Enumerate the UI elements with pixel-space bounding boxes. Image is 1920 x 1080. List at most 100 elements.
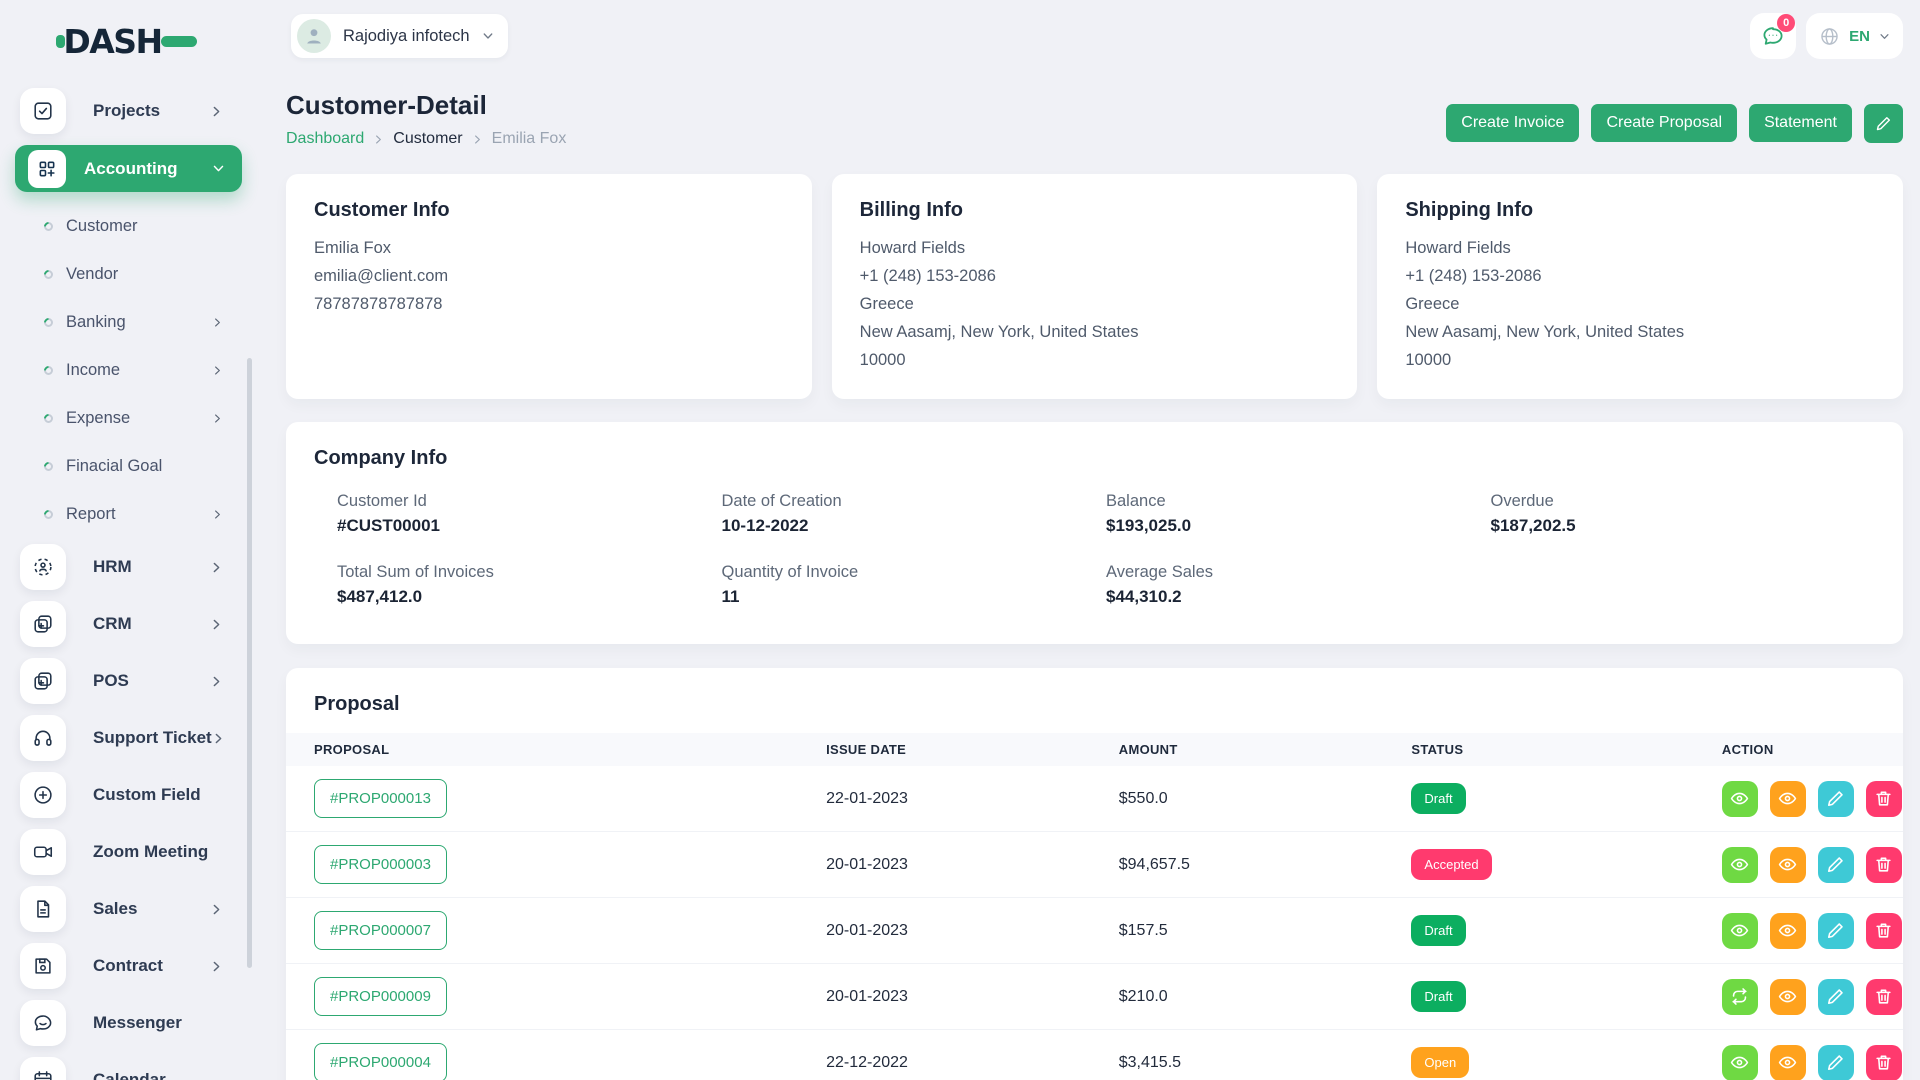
amount: $3,415.5 bbox=[1119, 1054, 1181, 1071]
sidebar-item-pos[interactable]: POS bbox=[0, 658, 253, 704]
shipping-phone: +1 (248) 153-2086 bbox=[1405, 262, 1875, 290]
eye-icon bbox=[1730, 855, 1749, 874]
edit-button[interactable] bbox=[1818, 1045, 1854, 1080]
sidebar-item-calendar[interactable]: Calendar bbox=[0, 1057, 253, 1080]
sidebar-item-label: Support Ticket bbox=[93, 728, 212, 748]
chevron-right-icon bbox=[210, 561, 223, 574]
sidebar-item-messenger[interactable]: Messenger bbox=[0, 1000, 253, 1046]
billing-name: Howard Fields bbox=[860, 234, 1330, 262]
chevron-right-icon bbox=[212, 509, 223, 520]
view-button[interactable] bbox=[1722, 781, 1758, 817]
sidebar-item-label: Accounting bbox=[84, 159, 178, 179]
status-badge: Accepted bbox=[1411, 849, 1491, 880]
sidebar-item-sales[interactable]: Sales bbox=[0, 886, 253, 932]
field-date-of-creation: Date of Creation 10-12-2022 bbox=[722, 492, 1107, 536]
sidebar-item-income[interactable]: Income bbox=[0, 352, 253, 388]
sidebar-item-custom-field[interactable]: Custom Field bbox=[0, 772, 253, 818]
language-selector[interactable]: EN bbox=[1806, 13, 1903, 59]
chevron-right-icon bbox=[212, 413, 223, 424]
create-proposal-button[interactable]: Create Proposal bbox=[1591, 104, 1737, 142]
delete-button[interactable] bbox=[1866, 847, 1902, 883]
sidebar-item-accounting[interactable]: Accounting bbox=[15, 145, 242, 192]
billing-address: New Aasamj, New York, United States bbox=[860, 318, 1330, 346]
proposal-link[interactable]: #PROP000007 bbox=[314, 911, 447, 950]
preview-button[interactable] bbox=[1770, 781, 1806, 817]
delete-button[interactable] bbox=[1866, 913, 1902, 949]
create-invoice-button[interactable]: Create Invoice bbox=[1446, 104, 1579, 142]
preview-button[interactable] bbox=[1770, 913, 1806, 949]
breadcrumb-customer[interactable]: Customer bbox=[393, 130, 462, 148]
shipping-name: Howard Fields bbox=[1405, 234, 1875, 262]
sidebar: DASH Projects Accounting Customer Vendor bbox=[0, 0, 253, 1080]
chevron-right-icon bbox=[472, 134, 483, 145]
sidebar-item-label: Projects bbox=[93, 101, 160, 121]
crm-icon bbox=[20, 601, 66, 647]
edit-button[interactable] bbox=[1818, 781, 1854, 817]
sidebar-item-label: HRM bbox=[93, 557, 132, 577]
sidebar-item-customer[interactable]: Customer bbox=[0, 208, 253, 244]
field-label: Overdue bbox=[1491, 492, 1876, 511]
billing-country: Greece bbox=[860, 290, 1330, 318]
proposal-link[interactable]: #PROP000003 bbox=[314, 845, 447, 884]
edit-customer-button[interactable] bbox=[1864, 104, 1903, 143]
amount: $157.5 bbox=[1119, 922, 1168, 939]
proposal-link[interactable]: #PROP000004 bbox=[314, 1043, 447, 1080]
card-title: Company Info bbox=[314, 447, 1875, 470]
issue-date: 22-01-2023 bbox=[826, 790, 908, 807]
issue-date: 22-12-2022 bbox=[826, 1054, 908, 1071]
edit-button[interactable] bbox=[1818, 913, 1854, 949]
sidebar-item-label: Custom Field bbox=[93, 785, 201, 805]
view-button[interactable] bbox=[1722, 913, 1758, 949]
proposal-link[interactable]: #PROP000009 bbox=[314, 977, 447, 1016]
sidebar-item-expense[interactable]: Expense bbox=[0, 400, 253, 436]
eye-icon bbox=[1778, 1053, 1797, 1072]
convert-button[interactable] bbox=[1722, 979, 1758, 1015]
sidebar-item-finacial-goal[interactable]: Finacial Goal bbox=[0, 448, 253, 484]
delete-button[interactable] bbox=[1866, 979, 1902, 1015]
sidebar-item-banking[interactable]: Banking bbox=[0, 304, 253, 340]
view-button[interactable] bbox=[1722, 847, 1758, 883]
delete-button[interactable] bbox=[1866, 781, 1902, 817]
statement-button[interactable]: Statement bbox=[1749, 104, 1852, 142]
issue-date: 20-01-2023 bbox=[826, 988, 908, 1005]
breadcrumb-dashboard[interactable]: Dashboard bbox=[286, 130, 364, 148]
view-button[interactable] bbox=[1722, 1045, 1758, 1080]
chevron-right-icon bbox=[210, 105, 223, 118]
row-actions bbox=[1722, 847, 1903, 883]
page-actions: Create Invoice Create Proposal Statement bbox=[1446, 104, 1903, 148]
chevron-right-icon bbox=[373, 134, 384, 145]
delete-button[interactable] bbox=[1866, 1045, 1902, 1080]
sidebar-item-crm[interactable]: CRM bbox=[0, 601, 253, 647]
sidebar-scrollbar[interactable] bbox=[247, 358, 252, 968]
logo-dash-bar bbox=[161, 36, 197, 47]
app-logo[interactable]: DASH bbox=[0, 16, 253, 66]
col-issue-date: ISSUE DATE bbox=[826, 733, 1119, 766]
preview-button[interactable] bbox=[1770, 979, 1806, 1015]
sidebar-item-vendor[interactable]: Vendor bbox=[0, 256, 253, 292]
chevron-right-icon bbox=[210, 960, 223, 973]
workspace-selector[interactable]: Rajodiya infotech bbox=[291, 14, 508, 58]
sidebar-item-zoom-meeting[interactable]: Zoom Meeting bbox=[0, 829, 253, 875]
sidebar-item-projects[interactable]: Projects bbox=[0, 88, 253, 134]
card-title: Customer Info bbox=[314, 199, 784, 222]
sidebar-item-label: Contract bbox=[93, 956, 163, 976]
customer-name: Emilia Fox bbox=[314, 234, 784, 262]
sidebar-item-report[interactable]: Report bbox=[0, 496, 253, 532]
language-code: EN bbox=[1849, 28, 1870, 45]
preview-button[interactable] bbox=[1770, 847, 1806, 883]
sidebar-item-label: Banking bbox=[66, 313, 126, 332]
edit-button[interactable] bbox=[1818, 979, 1854, 1015]
messages-button[interactable]: 0 bbox=[1750, 13, 1796, 59]
circle-plus-icon bbox=[20, 772, 66, 818]
sidebar-item-support-ticket[interactable]: Support Ticket bbox=[0, 715, 253, 761]
sidebar-item-hrm[interactable]: HRM bbox=[0, 544, 253, 590]
sidebar-item-label: Expense bbox=[66, 409, 130, 428]
proposal-link[interactable]: #PROP000013 bbox=[314, 779, 447, 818]
sidebar-item-contract[interactable]: Contract bbox=[0, 943, 253, 989]
amount: $550.0 bbox=[1119, 790, 1168, 807]
chevron-right-icon bbox=[212, 365, 223, 376]
preview-button[interactable] bbox=[1770, 1045, 1806, 1080]
field-customer-id: Customer Id #CUST00001 bbox=[337, 492, 722, 536]
field-average-sales: Average Sales $44,310.2 bbox=[1106, 563, 1491, 607]
edit-button[interactable] bbox=[1818, 847, 1854, 883]
